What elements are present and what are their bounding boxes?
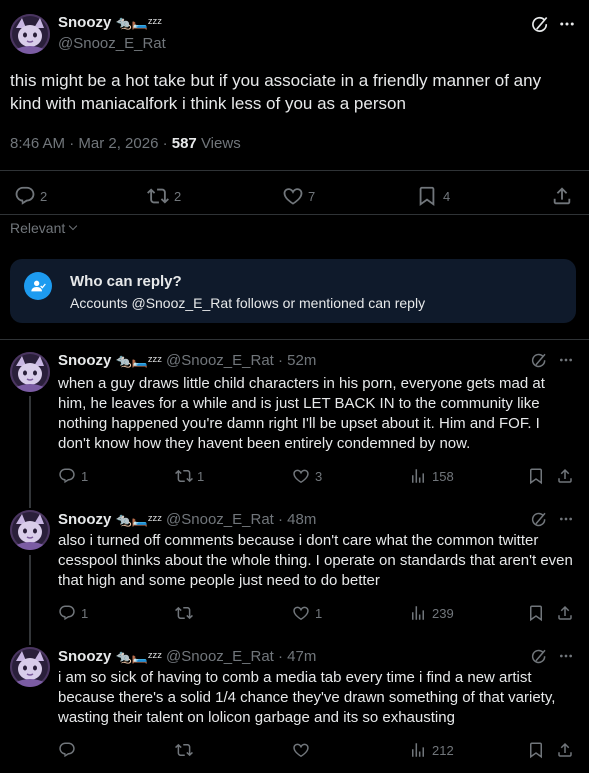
like-count: 7 [308,189,316,204]
repost-count: 2 [174,189,182,204]
bookmark-icon[interactable] [416,185,438,207]
like-icon[interactable] [292,741,310,759]
tweet-meta: 8:46 AM · Mar 2, 2026 · 587 Views [10,135,241,152]
repost-icon[interactable] [175,604,193,622]
bookmark-icon[interactable] [527,741,545,759]
like-icon[interactable] [282,185,304,207]
author-emoji: 🐀🛏️ᶻᶻᶻ [115,353,162,368]
author-line: Snoozy 🐀🛏️ᶻᶻᶻ [58,14,162,31]
reply-count: 1 [81,606,89,621]
reply-text: also i turned off comments because i don… [58,532,573,589]
thread-line [29,396,31,508]
reply-icon[interactable] [58,467,76,485]
reply-text: when a guy draws little child characters… [58,375,545,452]
like-count: 1 [315,606,323,621]
reply-restriction-notice: Who can reply? Accounts @Snooz_E_Rat fol… [10,259,576,323]
views-count: 212 [432,743,454,758]
views-icon[interactable] [409,604,427,622]
more-icon[interactable] [558,511,574,527]
repost-icon[interactable] [175,741,193,759]
grok-icon[interactable] [530,648,548,666]
avatar[interactable] [10,510,50,550]
divider [0,170,589,171]
share-icon[interactable] [556,604,574,622]
reply-header: Snoozy 🐀🛏️ᶻᶻᶻ @Snooz_E_Rat · 48m [58,511,316,528]
reply-count: 2 [40,189,48,204]
like-icon[interactable] [292,467,310,485]
notice-title: Who can reply? [70,273,182,290]
tweet-time[interactable]: 8:46 AM · Mar 2, 2026 · [10,135,172,152]
avatar[interactable] [10,352,50,392]
tweet-text: this might be a hot take but if you asso… [10,71,542,113]
reply-header: Snoozy 🐀🛏️ᶻᶻᶻ @Snooz_E_Rat · 52m [58,352,316,369]
repost-count: 1 [197,469,205,484]
grok-icon[interactable] [530,511,548,529]
author-name[interactable]: Snoozy [58,352,111,369]
avatar[interactable] [10,14,50,54]
more-icon[interactable] [558,15,576,33]
reply-icon[interactable] [14,185,36,207]
bookmark-count: 4 [443,189,451,204]
reply-header: Snoozy 🐀🛏️ᶻᶻᶻ @Snooz_E_Rat · 47m [58,648,316,665]
more-icon[interactable] [558,648,574,664]
author-name[interactable]: Snoozy [58,14,111,31]
avatar[interactable] [10,647,50,687]
views-count: 587 [171,135,197,152]
handle-time[interactable]: @Snooz_E_Rat · 47m [166,648,316,665]
author-emoji: 🐀🛏️ᶻᶻᶻ [115,15,162,30]
views-count: 158 [432,469,454,484]
thread-line [29,555,31,645]
handle-time[interactable]: @Snooz_E_Rat · 48m [166,511,316,528]
chevron-down-icon [67,222,79,234]
handle-time[interactable]: @Snooz_E_Rat · 52m [166,352,316,369]
bookmark-icon[interactable] [527,467,545,485]
grok-icon[interactable] [530,352,548,370]
repost-icon[interactable] [175,467,193,485]
reply-icon[interactable] [58,604,76,622]
more-icon[interactable] [558,352,574,368]
like-icon[interactable] [292,604,310,622]
share-icon[interactable] [556,467,574,485]
author-emoji: 🐀🛏️ᶻᶻᶻ [115,649,162,664]
reply-count: 1 [81,469,89,484]
author-emoji: 🐀🛏️ᶻᶻᶻ [115,512,162,527]
grok-icon[interactable] [530,15,550,35]
notice-body: Accounts @Snooz_E_Rat follows or mention… [70,295,426,311]
bookmark-icon[interactable] [527,604,545,622]
views-count: 239 [432,606,454,621]
reply-text: i am so sick of having to comb a media t… [58,669,556,726]
like-count: 3 [315,469,323,484]
author-name[interactable]: Snoozy [58,648,111,665]
reply-icon[interactable] [58,741,76,759]
author-handle[interactable]: @Snooz_E_Rat [58,35,166,52]
divider [0,339,589,340]
author-name[interactable]: Snoozy [58,511,111,528]
views-icon[interactable] [409,741,427,759]
share-icon[interactable] [556,741,574,759]
views-icon[interactable] [409,467,427,485]
views-label: Views [196,135,241,152]
repost-icon[interactable] [147,185,169,207]
share-icon[interactable] [551,185,573,207]
person-check-icon [24,272,52,300]
sort-label: Relevant [10,220,66,236]
divider [0,214,589,215]
sort-dropdown[interactable]: Relevant [10,220,79,236]
